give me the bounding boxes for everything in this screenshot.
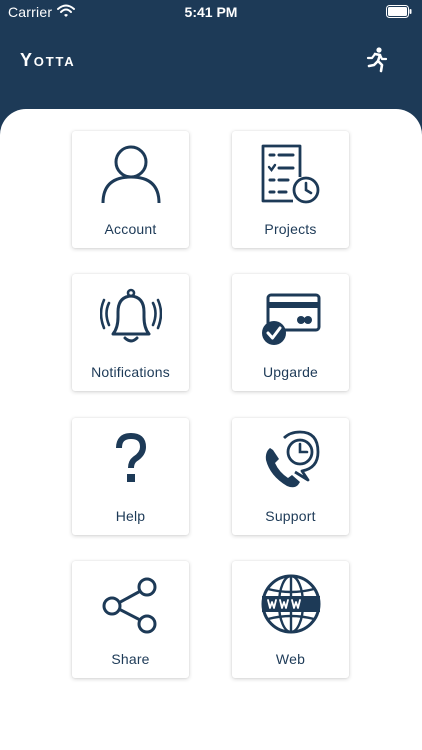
help-tile[interactable]: Help xyxy=(72,418,189,535)
upgrade-label: Upgarde xyxy=(262,364,319,380)
account-tile[interactable]: Account xyxy=(72,131,189,248)
help-label: Help xyxy=(115,508,146,524)
web-tile[interactable]: Web xyxy=(232,561,349,678)
app-screen: Carrier 5:41 PM Yotta Account Projects N… xyxy=(0,0,422,750)
running-person-icon xyxy=(366,47,388,73)
projects-tile[interactable]: Projects xyxy=(232,131,349,248)
running-person-button[interactable] xyxy=(362,46,390,74)
battery-icon xyxy=(386,5,412,18)
status-bar: Carrier 5:41 PM xyxy=(0,0,422,26)
globe-www-icon xyxy=(261,574,321,634)
project-checklist-clock-icon xyxy=(261,144,320,204)
notifications-label: Notifications xyxy=(91,364,170,380)
web-label: Web xyxy=(275,651,306,667)
share-icon xyxy=(102,577,157,634)
support-label: Support xyxy=(265,508,316,524)
notifications-tile[interactable]: Notifications xyxy=(72,274,189,391)
user-icon xyxy=(101,145,161,204)
phone-clock-icon xyxy=(265,430,320,488)
status-time: 5:41 PM xyxy=(184,4,238,20)
share-label: Share xyxy=(111,651,150,667)
upgrade-tile[interactable]: Upgarde xyxy=(232,274,349,391)
account-label: Account xyxy=(104,221,157,237)
brand-logo: Yotta xyxy=(20,50,76,70)
content-panel xyxy=(0,109,422,750)
projects-label: Projects xyxy=(264,221,317,237)
share-tile[interactable]: Share xyxy=(72,561,189,678)
credit-card-check-icon xyxy=(262,293,321,345)
question-mark-icon xyxy=(116,432,147,482)
support-tile[interactable]: Support xyxy=(232,418,349,535)
bell-icon xyxy=(100,288,162,343)
